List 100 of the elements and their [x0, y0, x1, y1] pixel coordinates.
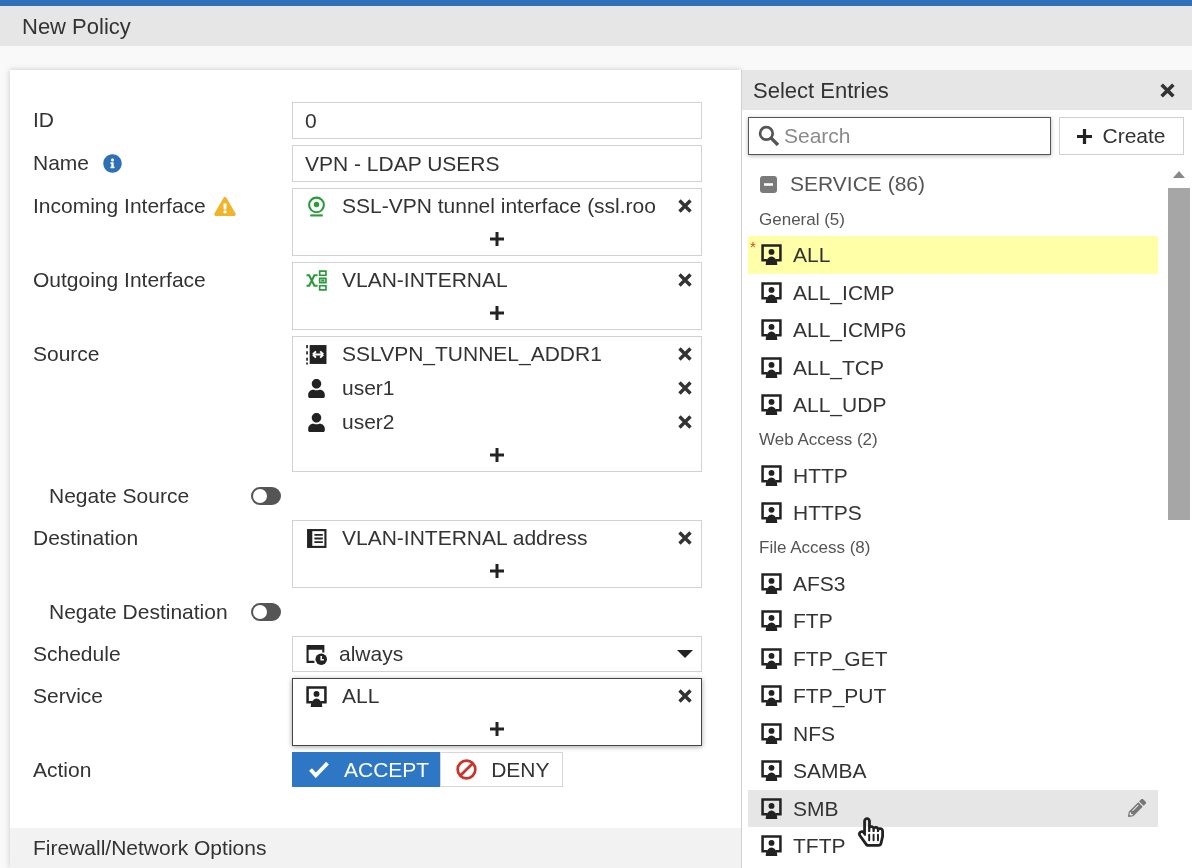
list-item[interactable]: ALL_ICMP [748, 273, 1158, 311]
add-icon[interactable] [490, 564, 504, 578]
monitor-user-icon [761, 685, 782, 707]
remove-icon[interactable] [677, 688, 693, 704]
remove-icon[interactable] [677, 414, 693, 430]
search-icon [758, 125, 779, 146]
section-title: Firewall/Network Options [33, 835, 267, 862]
field-label: Negate Destination [49, 600, 228, 624]
ban-icon [456, 759, 478, 780]
info-icon[interactable] [103, 153, 123, 173]
category-row[interactable]: SERVICE (86) [748, 165, 1158, 203]
user-icon [308, 412, 325, 432]
hand-cursor-icon [858, 816, 884, 847]
field-label: Schedule [33, 641, 121, 668]
selection-box[interactable]: VLAN-INTERNAL [292, 262, 702, 330]
toggle-switch[interactable] [251, 603, 281, 621]
monitor-user-icon [761, 244, 782, 266]
broadcast-icon [306, 195, 327, 217]
entry-label: ALL [342, 683, 381, 710]
monitor-user-icon [761, 797, 782, 819]
group-label: Web Access (2) [759, 429, 878, 452]
monitor-user-icon [761, 722, 782, 744]
remove-icon[interactable] [677, 272, 693, 288]
monitor-user-icon [306, 685, 327, 707]
monitor-user-icon [761, 502, 782, 524]
network-icon [306, 269, 327, 291]
field-label: Incoming Interface [33, 193, 206, 220]
list-item[interactable]: FTP [748, 602, 1158, 640]
pencil-icon[interactable] [1128, 799, 1146, 818]
monitor-user-icon [761, 319, 782, 341]
selection-box[interactable]: VLAN-INTERNAL address [292, 520, 702, 588]
remove-icon[interactable] [677, 530, 693, 546]
check-icon [308, 761, 330, 778]
list-item[interactable]: HTTPS [748, 494, 1158, 532]
text-field[interactable]: 0 [292, 102, 702, 139]
list-item[interactable]: FTP_PUT [748, 677, 1158, 715]
schedule-dropdown[interactable]: always [292, 636, 702, 672]
field-label: Negate Source [49, 484, 190, 508]
monitor-user-icon [761, 281, 782, 303]
caret-down-icon [677, 650, 693, 658]
monitor-user-icon [761, 760, 782, 782]
calendar-clock-icon [306, 643, 327, 665]
monitor-user-icon [761, 572, 782, 594]
entry-label: user1 [342, 375, 396, 402]
monitor-user-icon [761, 835, 782, 857]
scroll-up-icon[interactable] [1173, 171, 1185, 178]
monitor-user-icon [761, 647, 782, 669]
entry-label: SSL-VPN tunnel interface (ssl.roo [342, 193, 657, 220]
close-icon[interactable] [1159, 81, 1176, 99]
marker: * [750, 239, 756, 254]
field-label: ID [33, 107, 54, 134]
selection-box[interactable]: SSLVPN_TUNNEL_ADDR1 user1 user2 [292, 336, 702, 472]
list-item[interactable]: ALL_ICMP6 [748, 311, 1158, 349]
scrollbar-thumb[interactable] [1168, 188, 1190, 520]
monitor-user-icon [761, 610, 782, 632]
user-icon [308, 378, 325, 398]
add-icon[interactable] [490, 722, 504, 736]
accept-button[interactable]: ACCEPT [292, 752, 441, 787]
field-label: Outgoing Interface [33, 267, 206, 294]
monitor-user-icon [761, 464, 782, 486]
remove-icon[interactable] [677, 198, 693, 214]
list-item[interactable]: HTTP [748, 456, 1158, 494]
text-field[interactable]: VPN - LDAP USERS [292, 145, 702, 182]
field-label: Action [33, 757, 92, 784]
list-item[interactable]: FTP_GET [748, 639, 1158, 677]
monitor-user-icon [761, 394, 782, 416]
remove-icon[interactable] [677, 380, 693, 396]
group-label: General (5) [759, 208, 845, 231]
field-label: Source [33, 341, 100, 368]
panel-title: Select Entries [753, 76, 889, 105]
field-label: Name [33, 150, 90, 177]
selection-box[interactable]: SSL-VPN tunnel interface (ssl.roo [292, 188, 702, 256]
search-field[interactable]: Search [748, 117, 1051, 155]
list-item[interactable]: ALL_UDP [748, 386, 1158, 424]
list-item[interactable]: NFS [748, 714, 1158, 752]
create-button[interactable]: Create [1059, 117, 1184, 155]
plus-icon[interactable] [1077, 128, 1093, 144]
list-item[interactable]: TFTP [748, 827, 1158, 865]
add-icon[interactable] [490, 306, 504, 320]
list-item[interactable]: SAMBA [748, 752, 1158, 790]
group-label: File Access (8) [759, 537, 871, 560]
monitor-user-icon [761, 356, 782, 378]
entry-label: VLAN-INTERNAL [342, 267, 509, 294]
field-label: Destination [33, 525, 139, 552]
entry-label: SSLVPN_TUNNEL_ADDR1 [342, 341, 603, 368]
page-title: New Policy [22, 12, 131, 41]
remove-icon[interactable] [677, 346, 693, 362]
field-label: Service [33, 683, 104, 710]
list-item[interactable]: * ALL [748, 236, 1158, 274]
deny-button[interactable]: DENY [440, 752, 563, 787]
entry-label: user2 [342, 409, 396, 436]
entry-label: VLAN-INTERNAL address [342, 525, 589, 552]
toggle-switch[interactable] [251, 487, 281, 505]
list-item[interactable]: ALL_TCP [748, 348, 1158, 386]
add-icon[interactable] [490, 448, 504, 462]
list-item[interactable]: AFS3 [748, 564, 1158, 602]
notepad-icon [306, 527, 327, 549]
selection-box[interactable]: ALL [292, 678, 702, 746]
add-icon[interactable] [490, 232, 504, 246]
section-bar[interactable]: Firewall/Network Options [10, 828, 741, 868]
